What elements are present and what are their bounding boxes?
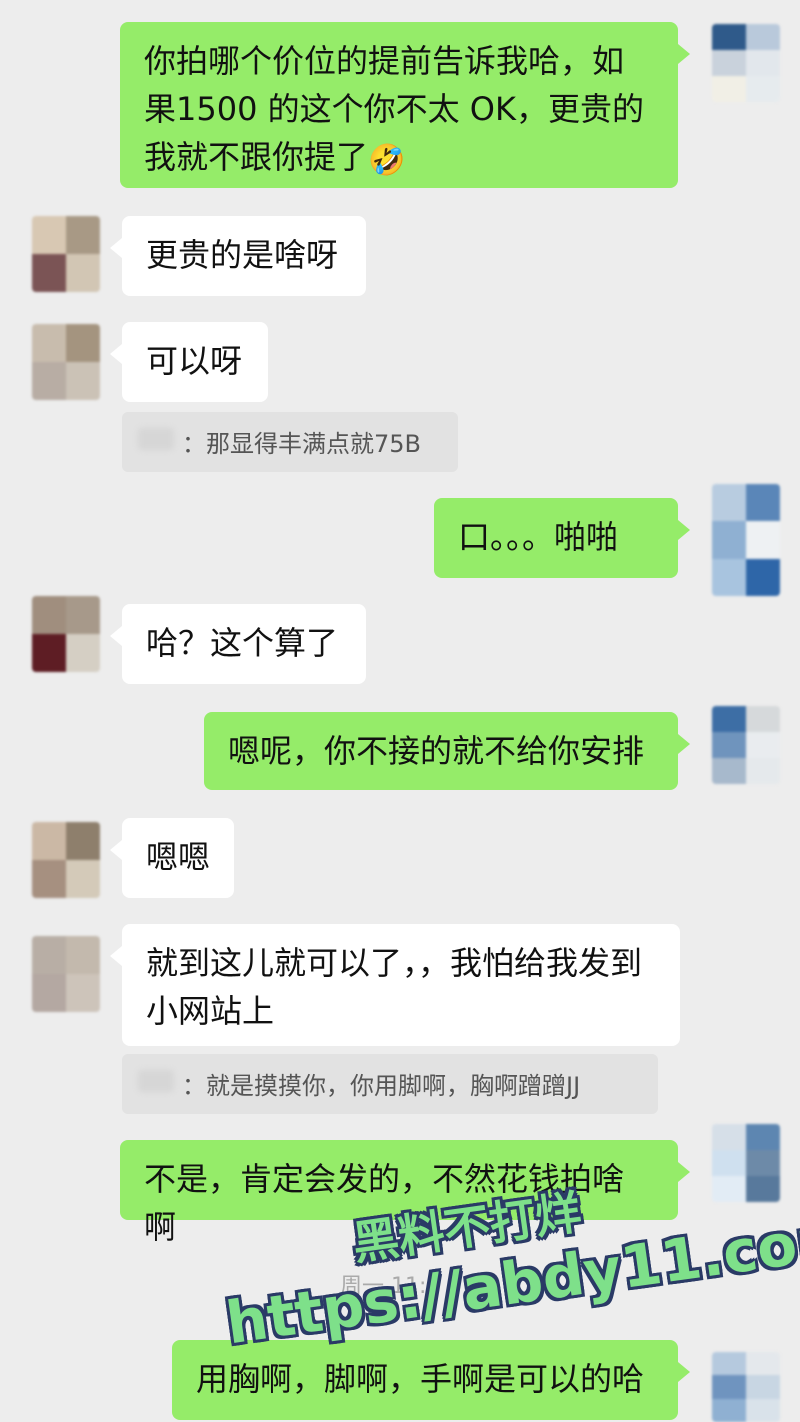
avatar-contact[interactable] (32, 822, 100, 898)
quote-text: ：那显得丰满点就75B (182, 430, 422, 458)
avatar-self[interactable] (712, 1124, 780, 1202)
message-text: 哈？这个算了 (146, 624, 339, 662)
message-bubble-received[interactable]: 可以呀 (110, 322, 268, 402)
message-bubble-sent[interactable]: 你拍哪个价位的提前告诉我哈，如果1500 的这个你不太 OK，更贵的我就不跟你提… (120, 22, 690, 188)
avatar-self[interactable] (712, 24, 780, 102)
avatar-self[interactable] (712, 706, 780, 784)
avatar-contact[interactable] (32, 324, 100, 400)
blurred-name (138, 428, 174, 450)
quoted-reply[interactable]: ：就是摸摸你，你用脚啊，胸啊蹭蹭JJ (122, 1054, 658, 1114)
message-bubble-received[interactable]: 就到这儿就可以了，，我怕给我发到小网站上 (110, 924, 680, 1046)
quote-text: ：就是摸摸你，你用脚啊，胸啊蹭蹭JJ (182, 1072, 581, 1100)
message-bubble-sent[interactable]: 嗯呢，你不接的就不给你安排 (204, 712, 690, 790)
message-text: 就到这儿就可以了，，我怕给我发到小网站上 (146, 944, 643, 1030)
message-text: 嗯嗯 (146, 838, 211, 876)
blurred-name (138, 1070, 174, 1092)
avatar-contact[interactable] (32, 596, 100, 672)
avatar-contact[interactable] (32, 936, 100, 1012)
message-bubble-received[interactable]: 嗯嗯 (110, 818, 234, 898)
laughing-crying-emoji-icon: 🤣 (368, 143, 406, 178)
message-bubble-received[interactable]: 哈？这个算了 (110, 604, 366, 684)
message-text: 嗯呢，你不接的就不给你安排 (228, 732, 645, 770)
quoted-reply[interactable]: ：那显得丰满点就75B (122, 412, 458, 472)
message-text: 口。。。啪啪 (458, 518, 619, 556)
message-text: 可以呀 (146, 342, 243, 380)
avatar-self[interactable] (712, 1352, 780, 1422)
message-bubble-sent[interactable]: 口。。。啪啪 (434, 498, 690, 578)
message-bubble-received[interactable]: 更贵的是啥呀 (110, 216, 366, 296)
message-text: 用胸啊，脚啊，手啊是可以的哈 (196, 1360, 645, 1398)
avatar-contact[interactable] (32, 216, 100, 292)
avatar-self[interactable] (712, 484, 780, 596)
message-text: 更贵的是啥呀 (146, 236, 339, 274)
